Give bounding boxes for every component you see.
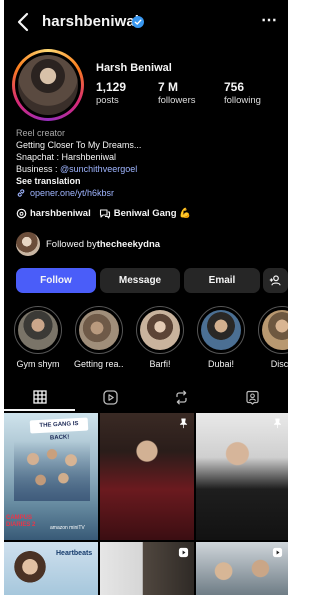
- highlight-cover: [201, 310, 241, 350]
- active-tab-indicator: [4, 409, 75, 411]
- add-person-icon: [269, 275, 281, 286]
- tab-reels[interactable]: [75, 383, 146, 411]
- follow-button[interactable]: Follow: [16, 268, 96, 293]
- reel-icon: [272, 547, 283, 558]
- bio-category: Reel creator: [16, 128, 66, 138]
- link-icon: [17, 189, 25, 197]
- reposts-icon: [176, 390, 187, 404]
- tab-posts[interactable]: [4, 383, 75, 411]
- bio-line: Snapchat : Harshbeniwal: [16, 152, 117, 162]
- display-name: Harsh Beniwal: [96, 62, 172, 74]
- bio-link-text: opener.one/yt/h6kbsr: [30, 188, 115, 198]
- tab-reposts[interactable]: [146, 383, 217, 411]
- grid-post[interactable]: [196, 413, 288, 540]
- see-translation-link[interactable]: See translation: [16, 175, 282, 187]
- followed-by-row[interactable]: Followed by thecheekydna: [16, 232, 160, 256]
- follower-avatar: [16, 232, 40, 256]
- story-highlight[interactable]: Dubai!: [196, 306, 246, 369]
- following-count-value: 756: [224, 80, 245, 94]
- broadcast-channel-icon: [99, 209, 110, 219]
- following-count[interactable]: 756 following: [224, 80, 261, 106]
- channel-name: Beniwal Gang 💪: [113, 208, 192, 219]
- highlight-label: Barfi!: [149, 359, 171, 369]
- top-bar: harshbeniwal ⋯: [4, 8, 288, 36]
- highlight-cover: [18, 310, 58, 350]
- highlight-label: Dubai!: [207, 359, 234, 369]
- back-arrow-icon[interactable]: [16, 12, 32, 32]
- tab-tagged[interactable]: [217, 383, 288, 411]
- post-title-banner: THE GANG IS BACK!: [29, 417, 89, 441]
- highlight-label: Gym shym: [16, 359, 60, 369]
- following-count-label: following: [224, 95, 261, 106]
- grid-post[interactable]: Heartbeats: [4, 542, 98, 595]
- profile-avatar[interactable]: [12, 49, 84, 121]
- grid-post[interactable]: [100, 413, 194, 540]
- threads-link[interactable]: harshbeniwal: [16, 208, 91, 219]
- posts-count[interactable]: 1,129 posts: [96, 80, 126, 106]
- post-platform-text: amazon miniTV: [50, 525, 85, 531]
- story-highlight[interactable]: Gym shym: [13, 306, 63, 369]
- email-button[interactable]: Email: [184, 268, 260, 293]
- highlight-cover: [140, 310, 180, 350]
- threads-channel-row: harshbeniwal Beniwal Gang 💪: [16, 208, 191, 219]
- threads-icon: [16, 208, 27, 219]
- highlight-cover: [262, 310, 288, 350]
- profile-bio: Reel creator Getting Closer To My Dreams…: [16, 127, 282, 199]
- post-person: [10, 548, 50, 595]
- highlight-label: Disco: [270, 359, 288, 369]
- grid-post[interactable]: [196, 542, 288, 595]
- post-logo-text: CAMPUS DIARIES 2: [6, 515, 36, 528]
- verified-badge-icon: [132, 16, 144, 28]
- story-highlight[interactable]: Getting rea...: [74, 306, 124, 369]
- highlight-cover: [79, 310, 119, 350]
- bio-business-line: Business : @sunchithveergoel: [16, 163, 282, 175]
- posts-count-value: 1,129: [96, 80, 127, 94]
- posts-grid-icon: [32, 390, 47, 404]
- bio-line: Getting Closer To My Dreams...: [16, 140, 142, 150]
- followers-count-label: followers: [158, 95, 196, 106]
- reels-icon: [103, 389, 118, 405]
- highlight-label: Getting rea...: [74, 359, 124, 369]
- business-handle-link[interactable]: @sunchithveergoel: [60, 164, 137, 174]
- profile-tabs: [4, 383, 288, 411]
- followers-count[interactable]: 7 M followers: [158, 80, 196, 106]
- post-title-text: Heartbeats: [56, 550, 93, 557]
- profile-username: harshbeniwal: [42, 13, 140, 30]
- followed-by-name: thecheekydna: [96, 238, 161, 250]
- channel-link[interactable]: Beniwal Gang 💪: [91, 208, 191, 219]
- grid-post[interactable]: [100, 542, 194, 595]
- grid-post[interactable]: THE GANG IS BACK! CAMPUS DIARIES 2 amazo…: [4, 413, 98, 540]
- bio-link[interactable]: opener.one/yt/h6kbsr: [16, 187, 282, 199]
- followers-count-value: 7 M: [158, 80, 179, 94]
- pinned-icon: [179, 418, 188, 429]
- instagram-profile-screen: harshbeniwal ⋯ Harsh Beniwal 1,129 posts…: [4, 0, 288, 595]
- story-highlight[interactable]: Barfi!: [135, 306, 185, 369]
- bio-business-prefix: Business :: [16, 164, 61, 174]
- pinned-icon: [273, 418, 282, 429]
- suggested-users-button[interactable]: [263, 268, 288, 293]
- reel-icon: [178, 547, 189, 558]
- profile-photo: [18, 55, 78, 115]
- story-highlight[interactable]: Disco: [257, 306, 288, 369]
- posts-count-label: posts: [96, 95, 119, 106]
- followed-by-prefix: Followed by: [46, 238, 97, 250]
- message-button[interactable]: Message: [100, 268, 180, 293]
- tagged-icon: [246, 390, 259, 405]
- threads-handle: harshbeniwal: [30, 208, 91, 219]
- post-people: [14, 441, 90, 501]
- more-options-icon[interactable]: ⋯: [261, 10, 278, 30]
